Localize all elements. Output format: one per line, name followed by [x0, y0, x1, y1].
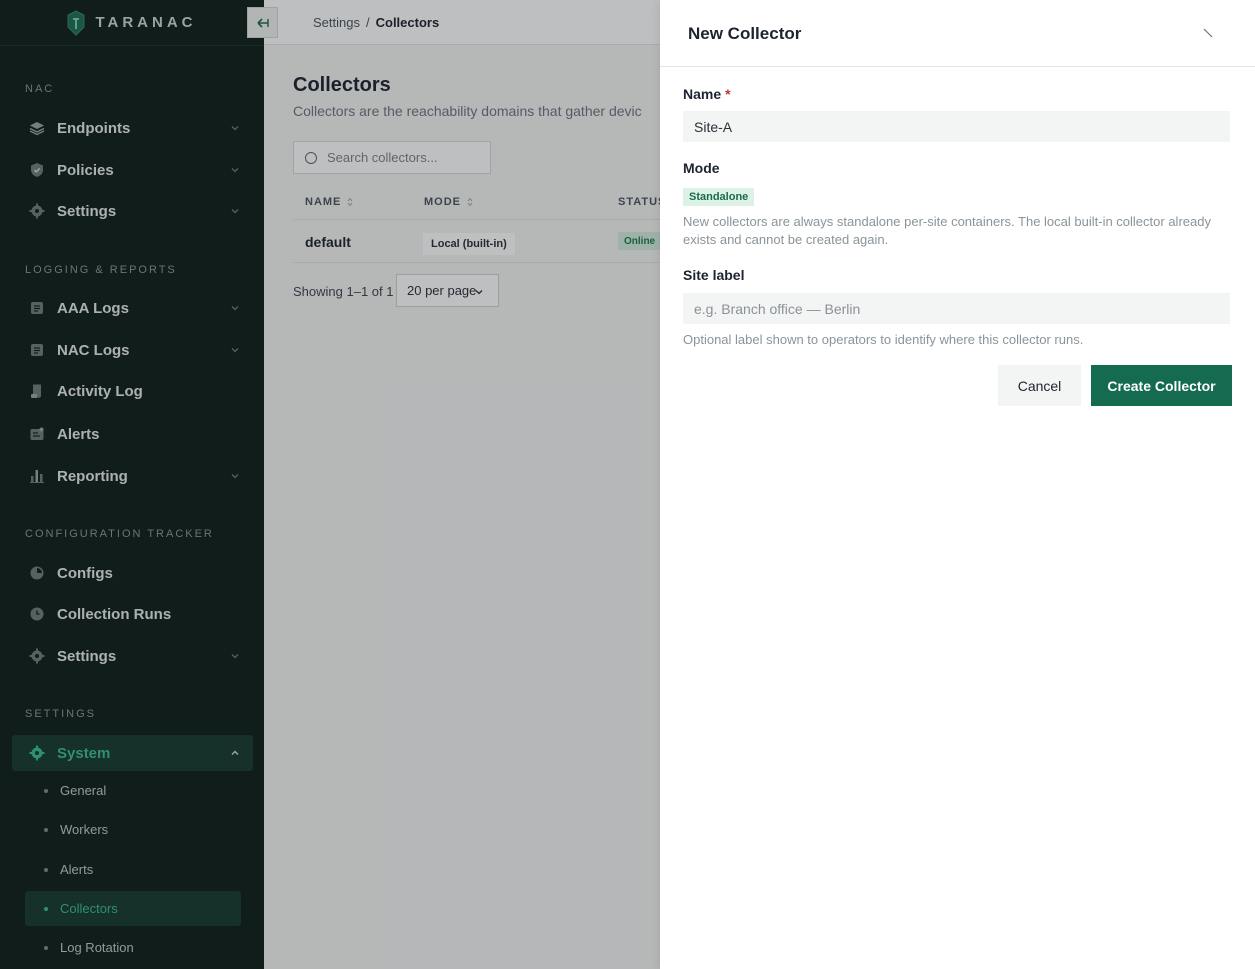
new-collector-drawer: New Collector Name* Mode Standalone New … — [660, 0, 1255, 969]
name-label-text: Name — [683, 86, 722, 102]
mode-tag: Standalone — [683, 188, 755, 206]
site-label: Site label — [683, 267, 745, 283]
mode-label: Mode — [683, 160, 720, 176]
name-label: Name * — [683, 86, 731, 102]
site-label-input[interactable] — [683, 293, 1230, 324]
close-icon[interactable] — [1201, 26, 1215, 40]
name-input[interactable] — [683, 111, 1230, 142]
modal-backdrop[interactable] — [0, 0, 660, 969]
create-collector-button[interactable]: Create Collector — [1091, 365, 1232, 406]
mode-help-text: New collectors are always standalone per… — [683, 214, 1211, 247]
required-marker: * — [725, 86, 731, 102]
drawer-title: New Collector — [688, 24, 802, 43]
drawer-header: New Collector — [660, 0, 1255, 67]
cancel-button[interactable]: Cancel — [998, 365, 1081, 406]
site-help-text: Optional label shown to operators to ide… — [683, 332, 1084, 347]
